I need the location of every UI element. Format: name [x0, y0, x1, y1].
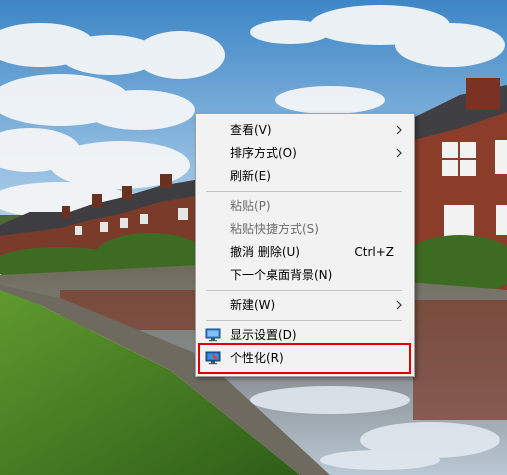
menu-separator — [206, 290, 402, 291]
menu-item-undo-delete[interactable]: 撤消 删除(U) Ctrl+Z — [196, 241, 414, 263]
menu-item-undo-delete-shortcut: Ctrl+Z — [354, 245, 394, 259]
menu-item-next-background-label: 下一个桌面背景(N) — [230, 268, 333, 282]
menu-item-paste-shortcut-label: 粘贴快捷方式(S) — [230, 222, 319, 236]
menu-item-next-background[interactable]: 下一个桌面背景(N) — [196, 264, 414, 286]
menu-item-view-label: 查看(V) — [230, 123, 272, 137]
menu-separator — [206, 320, 402, 321]
chevron-right-icon — [396, 125, 402, 135]
menu-item-view[interactable]: 查看(V) — [196, 119, 414, 141]
chevron-right-icon — [396, 148, 402, 158]
menu-item-paste-shortcut[interactable]: 粘贴快捷方式(S) — [196, 218, 414, 240]
menu-item-refresh[interactable]: 刷新(E) — [196, 165, 414, 187]
menu-item-undo-delete-label: 撤消 删除(U) — [230, 245, 300, 259]
menu-item-refresh-label: 刷新(E) — [230, 169, 271, 183]
menu-item-new-label: 新建(W) — [230, 298, 276, 312]
menu-item-paste[interactable]: 粘贴(P) — [196, 195, 414, 217]
menu-item-sort-by-label: 排序方式(O) — [230, 146, 297, 160]
menu-item-sort-by[interactable]: 排序方式(O) — [196, 142, 414, 164]
display-icon — [205, 328, 221, 342]
desktop-context-menu: 查看(V) 排序方式(O) 刷新(E) 粘贴(P) 粘贴快捷方式(S) 撤消 删… — [195, 113, 415, 377]
chevron-right-icon — [396, 300, 402, 310]
highlight-box — [198, 343, 411, 374]
menu-item-paste-label: 粘贴(P) — [230, 199, 271, 213]
menu-item-new[interactable]: 新建(W) — [196, 294, 414, 316]
menu-separator — [206, 191, 402, 192]
